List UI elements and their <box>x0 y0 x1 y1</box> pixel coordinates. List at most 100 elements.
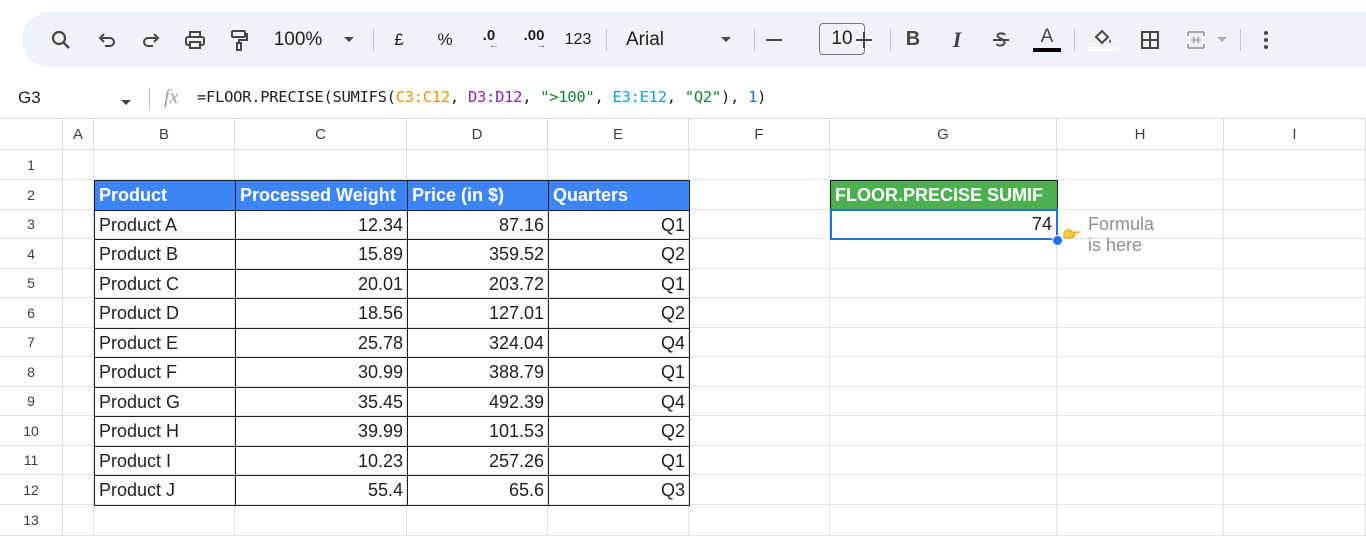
table-cell-quarter[interactable]: Q1 <box>548 269 690 299</box>
table-cell-price[interactable]: 87.16 <box>407 210 549 240</box>
grid-cell[interactable] <box>63 150 94 180</box>
table-cell-price[interactable]: 203.72 <box>407 269 549 299</box>
grid-cell[interactable] <box>63 446 94 475</box>
column-header-g[interactable]: G <box>830 118 1057 150</box>
grid-cell[interactable] <box>63 328 94 357</box>
grid-cell[interactable] <box>689 269 830 298</box>
grid-cell[interactable] <box>1224 387 1366 416</box>
grid-cell[interactable] <box>63 180 94 210</box>
grid-cell[interactable] <box>1057 298 1224 328</box>
grid-cell[interactable] <box>1224 357 1366 387</box>
table-cell-price[interactable]: 127.01 <box>407 298 549 329</box>
merge-cells-icon[interactable] <box>1180 12 1212 67</box>
grid-cell[interactable] <box>1057 357 1224 387</box>
grid-cell[interactable] <box>94 505 235 536</box>
table-cell-weight[interactable]: 18.56 <box>235 298 408 329</box>
row-header-1[interactable]: 1 <box>0 150 63 180</box>
grid-cell[interactable] <box>1224 475 1366 505</box>
table-cell-weight[interactable]: 30.99 <box>235 357 408 388</box>
table-cell-quarter[interactable]: Q4 <box>548 328 690 358</box>
font-select[interactable]: Arial <box>626 12 676 67</box>
row-header-8[interactable]: 8 <box>0 357 63 387</box>
grid-cell[interactable] <box>235 505 407 536</box>
table-cell-quarter[interactable]: Q1 <box>548 210 690 240</box>
grid-cell[interactable] <box>1224 328 1366 357</box>
undo-icon[interactable] <box>92 12 122 67</box>
table-cell-weight[interactable]: 39.99 <box>235 416 408 447</box>
table-cell-price[interactable]: 388.79 <box>407 357 549 388</box>
grid-cell[interactable] <box>63 269 94 298</box>
grid-cell[interactable] <box>1057 269 1224 298</box>
table-header-price[interactable]: Price (in $) <box>407 180 549 211</box>
grid-cell[interactable] <box>689 357 830 387</box>
grid-cell[interactable] <box>1057 475 1224 505</box>
table-cell-price[interactable]: 65.6 <box>407 475 549 506</box>
more-icon[interactable] <box>1254 12 1278 67</box>
increase-decimal-button[interactable]: .00 → <box>516 12 552 67</box>
grid-cell[interactable] <box>1057 150 1224 180</box>
grid-cell[interactable] <box>1224 269 1366 298</box>
column-header-h[interactable]: H <box>1057 118 1224 150</box>
plus-icon[interactable] <box>853 12 875 67</box>
grid-cell[interactable] <box>1224 446 1366 475</box>
table-cell-weight[interactable]: 20.01 <box>235 269 408 299</box>
table-cell-quarter[interactable]: Q1 <box>548 357 690 388</box>
table-cell-product[interactable]: Product G <box>94 387 236 417</box>
grid-cell[interactable] <box>830 239 1057 269</box>
fill-color-icon[interactable] <box>1087 12 1119 67</box>
text-color-icon[interactable]: A <box>1032 12 1062 67</box>
grid-cell[interactable] <box>689 387 830 416</box>
borders-icon[interactable] <box>1136 12 1164 67</box>
grid-cell[interactable] <box>1224 180 1366 210</box>
grid-cell[interactable] <box>689 475 830 505</box>
row-header-7[interactable]: 7 <box>0 328 63 357</box>
grid-cell[interactable] <box>1057 180 1224 210</box>
table-cell-product[interactable]: Product I <box>94 446 236 476</box>
column-header-e[interactable]: E <box>548 118 689 150</box>
column-header-b[interactable]: B <box>94 118 235 150</box>
table-cell-price[interactable]: 324.04 <box>407 328 549 358</box>
dropdown-icon[interactable] <box>339 12 359 67</box>
table-cell-weight[interactable]: 15.89 <box>235 239 408 270</box>
table-cell-weight[interactable]: 35.45 <box>235 387 408 417</box>
grid-cell[interactable] <box>1057 446 1224 475</box>
decrease-decimal-button[interactable]: .0 ← <box>474 12 504 67</box>
table-cell-product[interactable]: Product B <box>94 239 236 270</box>
currency-format-button[interactable]: £ <box>388 12 410 67</box>
percent-format-button[interactable]: % <box>430 12 460 67</box>
table-cell-price[interactable]: 359.52 <box>407 239 549 270</box>
column-header-c[interactable]: C <box>235 118 407 150</box>
grid-cell[interactable] <box>1224 239 1366 269</box>
print-icon[interactable] <box>180 12 210 67</box>
grid-cell[interactable] <box>830 150 1057 180</box>
row-header-10[interactable]: 10 <box>0 416 63 446</box>
minus-icon[interactable] <box>763 12 785 67</box>
select-all-corner[interactable] <box>0 118 63 150</box>
table-cell-price[interactable]: 492.39 <box>407 387 549 417</box>
grid-cell[interactable] <box>1057 387 1224 416</box>
table-cell-product[interactable]: Product D <box>94 298 236 329</box>
row-header-11[interactable]: 11 <box>0 446 63 475</box>
table-cell-price[interactable]: 101.53 <box>407 416 549 447</box>
table-cell-product[interactable]: Product C <box>94 269 236 299</box>
table-cell-weight[interactable]: 25.78 <box>235 328 408 358</box>
row-header-3[interactable]: 3 <box>0 210 63 239</box>
table-cell-quarter[interactable]: Q1 <box>548 446 690 476</box>
grid-cell[interactable] <box>689 416 830 446</box>
row-header-2[interactable]: 2 <box>0 180 63 210</box>
table-cell-quarter[interactable]: Q2 <box>548 416 690 447</box>
name-box-dropdown-icon[interactable] <box>120 94 132 112</box>
grid-cell[interactable] <box>63 416 94 446</box>
column-header-a[interactable]: A <box>63 118 94 150</box>
table-cell-quarter[interactable]: Q2 <box>548 298 690 329</box>
table-cell-weight[interactable]: 10.23 <box>235 446 408 476</box>
table-cell-quarter[interactable]: Q4 <box>548 387 690 417</box>
grid-cell[interactable] <box>63 387 94 416</box>
grid-cell[interactable] <box>830 387 1057 416</box>
grid-cell[interactable] <box>689 298 830 328</box>
grid-cell[interactable] <box>689 446 830 475</box>
grid-cell[interactable] <box>548 505 689 536</box>
strikethrough-icon[interactable] <box>988 12 1014 67</box>
row-header-12[interactable]: 12 <box>0 475 63 505</box>
grid-cell[interactable] <box>548 150 689 180</box>
